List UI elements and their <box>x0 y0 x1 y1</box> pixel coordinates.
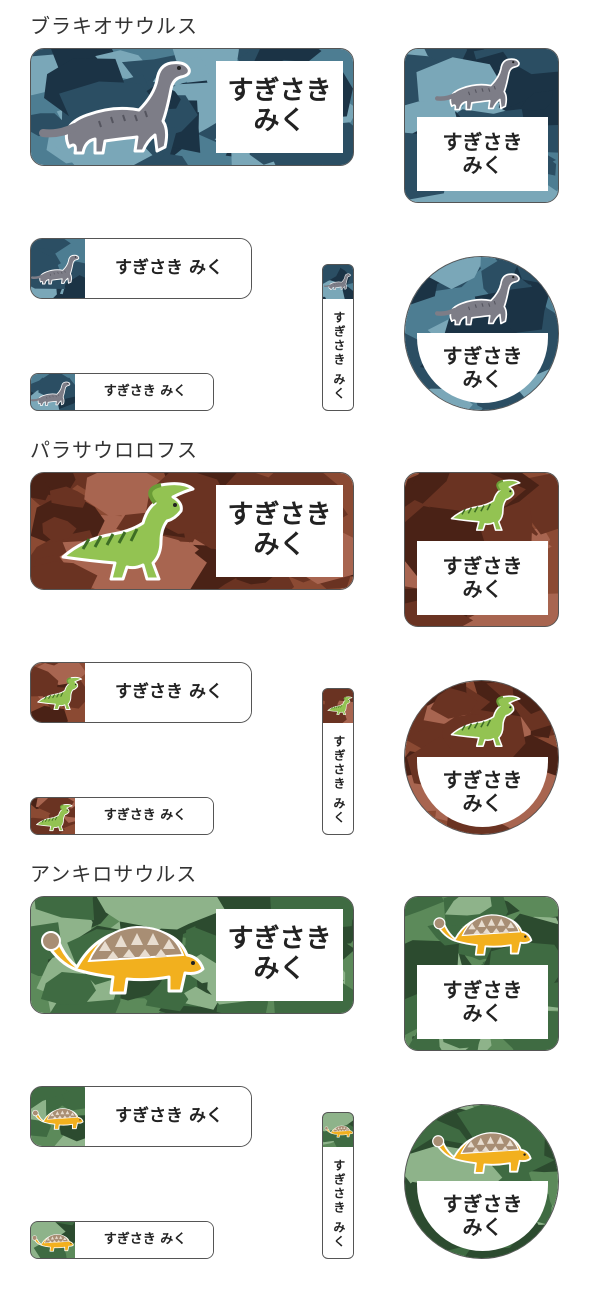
ankylosaurus-icon <box>324 1125 353 1138</box>
ankylosaurus-icon <box>433 914 533 956</box>
round-label: すぎさき みく <box>404 1104 559 1259</box>
vertical-label: すぎさき みく <box>322 1112 354 1259</box>
name-box: すぎさき みく <box>417 541 548 615</box>
small-label: すぎさき みく <box>30 1221 214 1259</box>
camo-strip <box>323 689 353 723</box>
ankylosaurus-icon <box>41 925 205 995</box>
name-box: すぎさき みく <box>417 965 548 1039</box>
vertical-label: すぎさき みく <box>322 264 354 411</box>
section-title: パラサウロロフス <box>30 438 198 462</box>
name-vertical: すぎさき みく <box>323 727 353 833</box>
name-line: すぎさき みく <box>85 239 251 298</box>
parasaurolophus-icon <box>36 804 73 832</box>
name-box: すぎさき みく <box>417 117 548 191</box>
camo-strip <box>31 1087 85 1146</box>
name-line: すぎさき みく <box>85 1087 251 1146</box>
round-label: すぎさき みく <box>404 256 559 411</box>
name-box: すぎさき みく <box>216 485 343 577</box>
brachiosaurus-icon <box>435 273 520 326</box>
round-label: すぎさき みく <box>404 680 559 835</box>
name-line: すぎさき みく <box>85 663 251 722</box>
parasaurolophus-icon <box>61 482 195 581</box>
parasaurolophus-icon <box>37 676 83 711</box>
camo-strip <box>31 374 75 410</box>
camo-strip <box>323 1113 353 1147</box>
small-label: すぎさき みく <box>30 373 214 411</box>
parasaurolophus-icon <box>327 696 353 715</box>
small-label: すぎさき みく <box>30 797 214 835</box>
parasaurolophus-icon <box>450 695 521 747</box>
name-vertical: すぎさき みく <box>323 1151 353 1257</box>
medium-label: すぎさき みく <box>30 238 252 299</box>
ankylosaurus-icon <box>432 1132 532 1174</box>
large-label: すぎさき みく <box>30 472 354 590</box>
brachiosaurus-icon <box>31 381 71 406</box>
medium-label: すぎさき みく <box>30 662 252 723</box>
square-label: すぎさき みく <box>404 472 559 627</box>
ankylosaurus-icon <box>32 1108 84 1130</box>
vertical-label: すぎさき みく <box>322 688 354 835</box>
square-label: すぎさき みく <box>404 48 559 203</box>
square-label: すぎさき みく <box>404 896 559 1051</box>
parasaurolophus-icon <box>450 479 521 531</box>
camo-strip <box>31 1222 75 1258</box>
name-vertical: すぎさき みく <box>323 303 353 409</box>
name-box: すぎさき みく <box>216 61 343 153</box>
name-box: すぎさき みく <box>216 909 343 1001</box>
camo-strip <box>31 239 85 298</box>
brachiosaurus-icon <box>324 273 351 291</box>
brachiosaurus-icon <box>39 61 191 155</box>
ankylosaurus-icon <box>32 1234 74 1252</box>
section-title: ブラキオサウルス <box>30 14 198 38</box>
camo-strip <box>31 663 85 722</box>
brachiosaurus-icon <box>435 58 520 111</box>
medium-label: すぎさき みく <box>30 1086 252 1147</box>
camo-strip <box>323 265 353 299</box>
section-title: アンキロサウルス <box>30 862 198 886</box>
brachiosaurus-icon <box>31 254 80 285</box>
large-label: すぎさき みく <box>30 48 354 166</box>
name-line: すぎさき みく <box>75 798 213 834</box>
name-line: すぎさき みく <box>75 374 213 410</box>
large-label: すぎさき みく <box>30 896 354 1014</box>
camo-strip <box>31 798 75 834</box>
name-line: すぎさき みく <box>75 1222 213 1258</box>
